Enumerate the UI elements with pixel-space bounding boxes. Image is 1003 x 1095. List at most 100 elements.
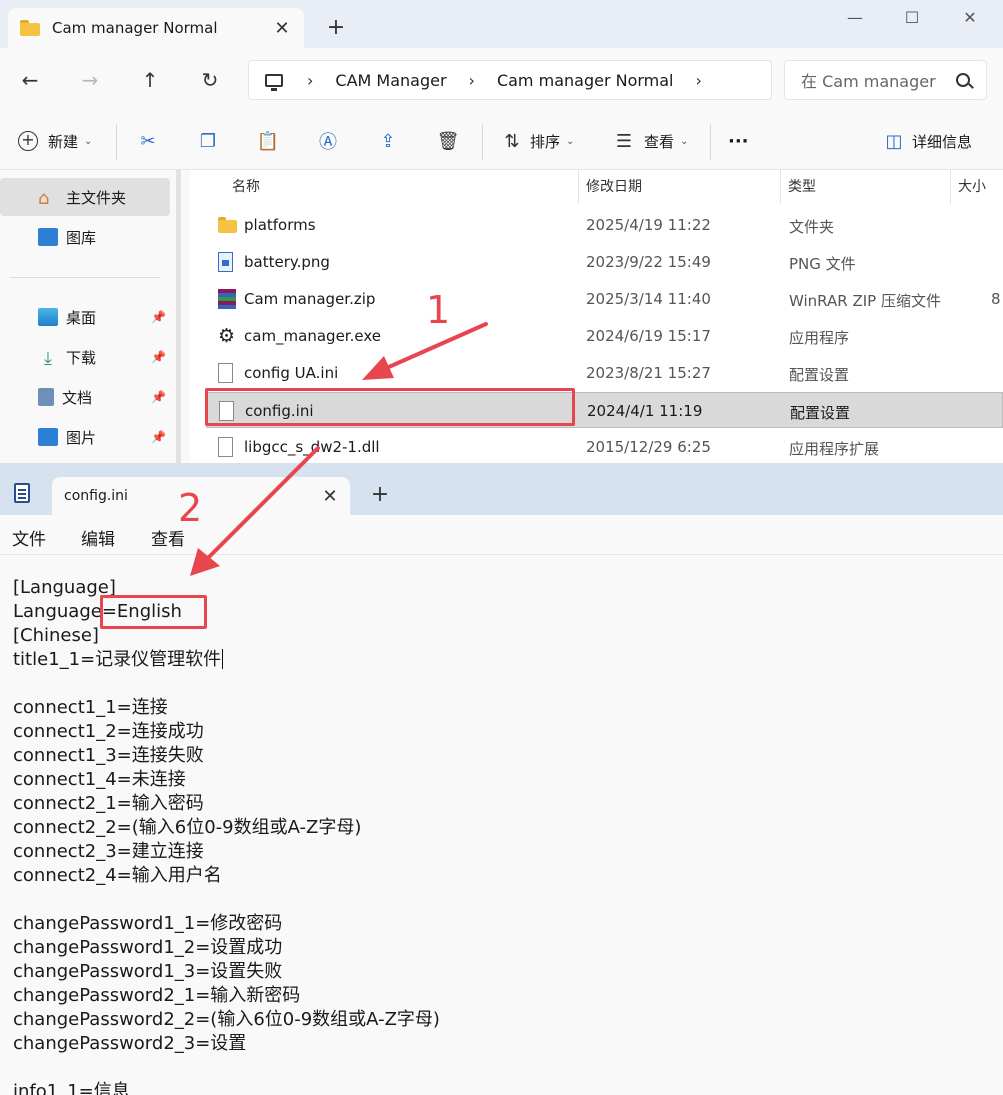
details-pane-button[interactable]: ◫ 详细信息: [882, 126, 972, 156]
maximize-button[interactable]: ☐: [884, 4, 940, 32]
file-row[interactable]: ⚙ cam_manager.exe 2024/6/19 15:17 应用程序: [206, 318, 1003, 354]
chevron-down-icon: ⌄: [84, 135, 93, 147]
details-label: 详细信息: [912, 132, 973, 151]
file-row[interactable]: libgcc_s_dw2-1.dll 2015/12/29 6:25 应用程序扩…: [206, 429, 1003, 463]
close-tab-button[interactable]: ✕: [316, 486, 344, 507]
column-divider[interactable]: [578, 170, 579, 204]
file-type: 应用程序扩展: [789, 440, 880, 458]
search-input[interactable]: 在 Cam manager: [784, 60, 987, 100]
step-number-2: 2: [178, 486, 203, 530]
toolbar-divider: [710, 124, 711, 160]
file-date: 2025/3/14 11:40: [586, 290, 711, 308]
gear-icon: ⚙: [218, 325, 236, 347]
details-pane-icon: ◫: [885, 130, 903, 152]
menu-file[interactable]: 文件: [12, 525, 46, 550]
column-divider[interactable]: [780, 170, 781, 204]
file-date: 2015/12/29 6:25: [586, 438, 711, 456]
column-header-size[interactable]: 大小: [958, 176, 986, 196]
share-button[interactable]: ⇪: [376, 126, 400, 156]
sort-indicator-icon: ⌃: [396, 170, 406, 176]
search-icon: [956, 73, 970, 87]
column-header-name[interactable]: 名称: [232, 176, 260, 196]
minimize-button[interactable]: —: [827, 4, 883, 32]
menu-edit[interactable]: 编辑: [81, 525, 115, 550]
pin-icon[interactable]: 📌: [151, 390, 166, 404]
navigation-pane: ⌂ 主文件夹 图库 桌面 📌 ⤓ 下载 📌 文档 📌 图片 📌: [0, 170, 180, 463]
pin-icon[interactable]: 📌: [151, 350, 166, 364]
folder-icon: [20, 20, 40, 36]
file-type: 文件夹: [789, 218, 835, 236]
desktop-icon: [38, 308, 58, 326]
sidebar-item-documents[interactable]: 文档 📌: [0, 378, 170, 416]
refresh-button[interactable]: ↻: [192, 62, 228, 98]
screenshot-root: Cam manager Normal ✕ + — ☐ ✕ ← → ↑ ↻ › C…: [0, 0, 1003, 1095]
explorer-tab[interactable]: Cam manager Normal ✕: [8, 8, 304, 48]
editor-line: connect1_1=连接: [13, 697, 168, 718]
file-name: platforms: [244, 216, 316, 234]
up-button[interactable]: ↑: [132, 62, 168, 98]
editor-line: connect2_3=建立连接: [13, 841, 204, 862]
breadcrumb-cam-manager[interactable]: CAM Manager: [335, 71, 446, 90]
step-number-1: 1: [426, 288, 451, 332]
sidebar-item-desktop[interactable]: 桌面 📌: [0, 298, 170, 336]
file-type: WinRAR ZIP 压缩文件: [789, 292, 941, 310]
address-bar[interactable]: › CAM Manager › Cam manager Normal ›: [248, 60, 772, 100]
rename-button[interactable]: Ⓐ: [316, 126, 340, 156]
sidebar-item-pictures[interactable]: 图片 📌: [0, 418, 170, 456]
settings-file-icon: [218, 363, 233, 383]
file-date: 2024/6/19 15:17: [586, 327, 711, 345]
sidebar-item-home[interactable]: ⌂ 主文件夹: [0, 178, 170, 216]
scissors-icon: ✂: [140, 130, 156, 152]
file-type: PNG 文件: [789, 255, 856, 273]
editor-line: connect2_2=(输入6位0-9数组或A-Z字母): [13, 817, 362, 838]
column-header-date[interactable]: 修改日期: [586, 176, 642, 196]
column-divider[interactable]: [950, 170, 951, 204]
column-header-type[interactable]: 类型: [788, 176, 816, 196]
file-row[interactable]: battery.png 2023/9/22 15:49 PNG 文件: [206, 244, 1003, 280]
sidebar-item-label: 主文件夹: [66, 188, 127, 207]
file-row[interactable]: config UA.ini 2023/8/21 15:27 配置设置: [206, 355, 1003, 391]
view-label: 查看: [644, 132, 675, 151]
pin-icon[interactable]: 📌: [151, 310, 166, 324]
sidebar-item-downloads[interactable]: ⤓ 下载 📌: [0, 338, 170, 376]
notepad-window: config.ini ✕ + 文件 编辑 查看 [Language] Langu…: [0, 463, 1003, 1095]
editor-line-with-caret: title1_1=记录仪管理软件: [13, 648, 224, 672]
breadcrumb-separator: ›: [468, 70, 475, 90]
copy-icon: ❐: [199, 130, 217, 152]
editor-line: changePassword1_3=设置失败: [13, 961, 283, 982]
gallery-icon: [38, 228, 58, 246]
notepad-menu-bar: 文件 编辑 查看: [0, 515, 1003, 555]
sidebar-scrollbar[interactable]: [176, 170, 181, 463]
forward-button[interactable]: →: [72, 62, 108, 98]
close-window-button[interactable]: ✕: [942, 4, 998, 32]
copy-button[interactable]: ❐: [196, 126, 220, 156]
text-editor[interactable]: [Language] Language=English [Chinese] ti…: [0, 556, 1003, 1095]
file-row[interactable]: Cam manager.zip 2025/3/14 11:40 WinRAR Z…: [206, 281, 1003, 317]
sidebar-item-label: 图片: [66, 428, 97, 447]
sidebar-item-gallery[interactable]: 图库: [0, 218, 170, 256]
this-pc-icon: [265, 73, 283, 91]
file-row[interactable]: platforms 2025/4/19 11:22 文件夹: [206, 207, 1003, 243]
delete-button[interactable]: 🗑: [436, 126, 460, 156]
close-tab-button[interactable]: ✕: [268, 18, 296, 39]
new-tab-button[interactable]: +: [322, 14, 350, 42]
view-button[interactable]: ☰ 查看 ⌄: [612, 126, 688, 156]
new-tab-button[interactable]: +: [366, 481, 394, 509]
pin-icon[interactable]: 📌: [151, 430, 166, 444]
breadcrumb-cam-manager-normal[interactable]: Cam manager Normal: [497, 71, 674, 90]
sort-button[interactable]: ⇅ 排序 ⌄: [500, 126, 574, 156]
notepad-icon: [14, 483, 30, 503]
chevron-down-icon: ⌄: [680, 135, 689, 147]
editor-line: changePassword2_1=输入新密码: [13, 985, 301, 1006]
sidebar-item-label: 下载: [66, 348, 97, 367]
more-options-button[interactable]: ···: [728, 126, 749, 156]
file-date: 2024/4/1 11:19: [587, 402, 703, 420]
cut-button[interactable]: ✂: [136, 126, 160, 156]
back-button[interactable]: ←: [12, 62, 48, 98]
paste-button[interactable]: 📋: [256, 126, 280, 156]
editor-line: changePassword1_1=修改密码: [13, 913, 283, 934]
winrar-archive-icon: [218, 289, 236, 309]
new-button[interactable]: + 新建 ⌄: [18, 126, 92, 156]
explorer-tab-bar: Cam manager Normal ✕ + — ☐ ✕: [0, 0, 1003, 48]
dll-file-icon: [218, 437, 233, 457]
